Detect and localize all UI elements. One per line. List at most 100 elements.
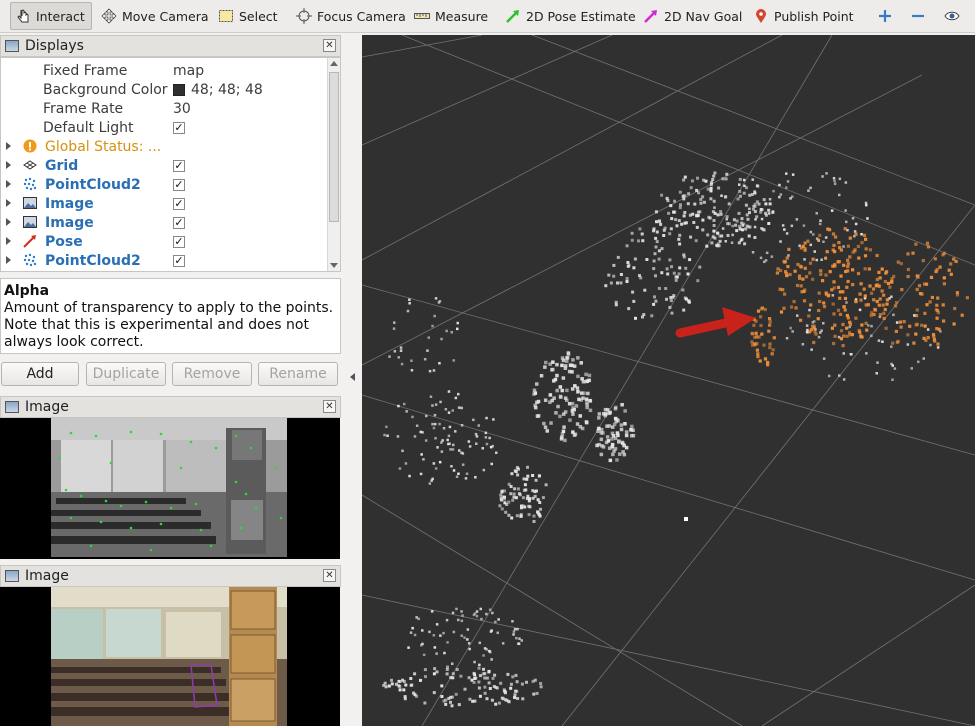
point	[467, 642, 471, 645]
point	[860, 241, 864, 245]
add-tool-button[interactable]	[877, 2, 898, 30]
frame-rate-row[interactable]: Frame Rate 30	[1, 99, 326, 118]
duplicate-button[interactable]: Duplicate	[86, 362, 166, 386]
point-cloud-scene[interactable]	[362, 35, 975, 726]
point	[712, 174, 716, 178]
remove-tool-button[interactable]	[910, 2, 931, 30]
display-item[interactable]: Pose ✓	[1, 232, 326, 251]
point	[724, 195, 728, 199]
point	[652, 227, 656, 231]
point	[600, 444, 604, 448]
display-enabled-checkbox[interactable]: ✓	[173, 216, 185, 229]
point	[715, 243, 719, 247]
focus-camera-tool[interactable]: Focus Camera	[296, 2, 406, 30]
remove-button[interactable]: Remove	[172, 362, 252, 386]
display-item[interactable]: Image ✓	[1, 194, 326, 213]
scroll-thumb[interactable]	[329, 72, 339, 222]
publish-point-tool[interactable]: Publish Point	[753, 2, 854, 30]
expand-arrow-icon[interactable]	[6, 161, 11, 169]
close-image-panel-button[interactable]: ✕	[323, 569, 336, 582]
point	[804, 275, 809, 279]
point	[890, 295, 893, 298]
fixed-frame-value[interactable]: map	[173, 63, 204, 79]
expand-arrow-icon[interactable]	[6, 218, 11, 226]
expand-arrow-icon[interactable]	[6, 256, 11, 264]
point	[634, 316, 637, 320]
point	[846, 316, 850, 320]
point	[485, 676, 489, 680]
point	[652, 259, 656, 263]
expand-arrow-icon[interactable]	[6, 199, 11, 207]
display-enabled-checkbox[interactable]: ✓	[173, 159, 185, 172]
interact-tool[interactable]: Interact	[10, 2, 92, 30]
point	[825, 172, 828, 175]
display-enabled-checkbox[interactable]: ✓	[173, 235, 185, 248]
display-enabled-checkbox[interactable]: ✓	[173, 178, 185, 191]
point	[854, 299, 858, 304]
frame-rate-value[interactable]: 30	[173, 101, 191, 117]
rename-button[interactable]: Rename	[258, 362, 338, 386]
point	[662, 234, 666, 237]
display-enabled-checkbox[interactable]: ✓	[173, 254, 185, 267]
point	[440, 450, 444, 453]
fixed-frame-row[interactable]: Fixed Frame map	[1, 61, 326, 80]
display-enabled-checkbox[interactable]: ✓	[173, 197, 185, 210]
point	[642, 313, 646, 317]
global-status-row[interactable]: Global Status: ...	[1, 137, 326, 156]
point	[747, 234, 751, 238]
point	[522, 488, 526, 492]
default-light-row[interactable]: Default Light ✓	[1, 118, 326, 137]
close-displays-button[interactable]: ✕	[323, 39, 336, 52]
point	[533, 678, 537, 682]
point	[510, 516, 514, 520]
background-color-row[interactable]: Background Color 48; 48; 48	[1, 80, 326, 99]
point	[930, 295, 934, 300]
point	[914, 323, 918, 327]
point	[705, 244, 709, 248]
nav-goal-tool[interactable]: 2D Nav Goal	[643, 2, 742, 30]
point	[440, 441, 443, 444]
point	[682, 308, 686, 312]
point	[696, 279, 700, 283]
display-item[interactable]: Grid ✓	[1, 156, 326, 175]
point	[507, 700, 511, 704]
display-item[interactable]: PointCloud2 ✓	[1, 175, 326, 194]
pose-estimate-tool[interactable]: 2D Pose Estimate	[505, 2, 636, 30]
expand-arrow-icon[interactable]	[6, 180, 11, 188]
point	[561, 376, 566, 380]
3d-render-view[interactable]	[362, 35, 975, 726]
move-camera-tool[interactable]: Move Camera	[101, 2, 209, 30]
tree-scrollbar[interactable]	[327, 58, 340, 271]
display-item[interactable]: Image ✓	[1, 213, 326, 232]
display-item[interactable]: PointCloud2 ✓	[1, 251, 326, 270]
point	[442, 427, 446, 430]
measure-tool[interactable]: Measure	[414, 2, 488, 30]
default-light-checkbox[interactable]: ✓	[173, 121, 185, 134]
dock-splitter[interactable]	[342, 35, 362, 726]
point	[832, 243, 836, 247]
point	[859, 282, 863, 286]
scroll-down-icon[interactable]	[330, 263, 338, 268]
point	[712, 224, 716, 227]
monitor-icon	[5, 40, 19, 52]
point	[716, 231, 720, 235]
scroll-up-icon[interactable]	[330, 61, 338, 66]
close-image-panel-button[interactable]: ✕	[323, 400, 336, 413]
add-button[interactable]: Add	[1, 362, 79, 386]
expand-arrow-icon[interactable]	[6, 237, 11, 245]
point	[871, 287, 876, 291]
expand-arrow-icon[interactable]	[6, 142, 11, 150]
toolbar: Interact Move Camera Select Focus Camera…	[0, 0, 975, 33]
point	[473, 677, 477, 680]
view-options-button[interactable]	[944, 2, 965, 30]
displays-tree: Fixed Frame map Background Color 48; 48;…	[0, 57, 341, 272]
point	[619, 427, 624, 432]
select-tool[interactable]: Select	[218, 2, 278, 30]
point	[568, 418, 572, 422]
collapse-arrow-icon[interactable]	[350, 373, 355, 381]
point	[842, 378, 846, 381]
point	[579, 398, 583, 402]
point	[607, 411, 612, 416]
point	[638, 227, 642, 231]
point	[506, 672, 510, 676]
